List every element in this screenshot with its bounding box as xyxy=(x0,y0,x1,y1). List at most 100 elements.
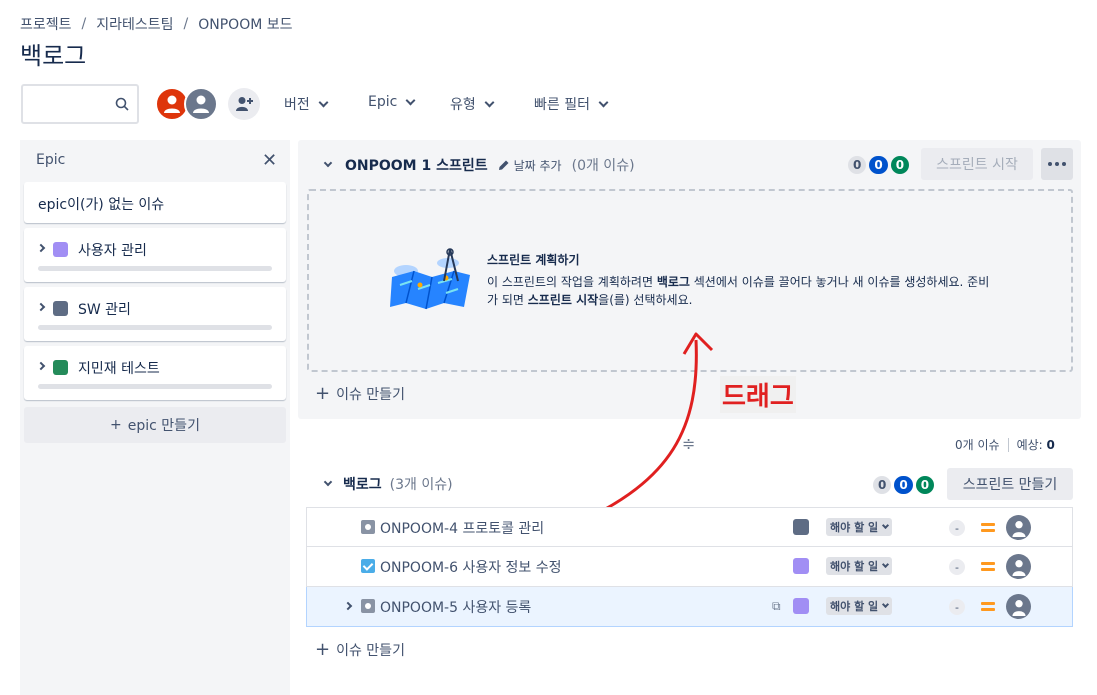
epic-item-test[interactable]: 지민재 테스트 xyxy=(24,346,286,400)
desc-text: 이 스프린트의 작업을 계획하려면 xyxy=(487,275,657,289)
sprint-create-issue-button[interactable]: + 이슈 만들기 xyxy=(315,383,405,404)
subtask-icon: ⧉ xyxy=(772,599,781,613)
issue-key-summary[interactable]: ONPOOM-4 프로토콜 관리 xyxy=(380,518,544,538)
search-input[interactable] xyxy=(21,84,139,124)
table-row[interactable]: ONPOOM-4 프로토콜 관리 해야 할 일 - xyxy=(306,507,1073,547)
user-icon xyxy=(164,95,180,113)
start-sprint-button[interactable]: 스프린트 시작 xyxy=(921,148,1033,180)
quick-filter-dropdown[interactable]: 빠른 필터 xyxy=(534,94,609,114)
filter-version-dropdown[interactable]: 버전 xyxy=(284,94,329,114)
backlog-header[interactable]: 백로그 (3개 이슈) xyxy=(323,474,453,494)
priority-medium-icon xyxy=(981,561,995,571)
more-actions-button[interactable] xyxy=(1041,148,1073,180)
status-label: 해야 할 일 xyxy=(830,600,879,613)
subtask-type-icon xyxy=(361,599,375,613)
add-date-label: 날짜 추가 xyxy=(513,158,562,173)
filter-type-dropdown[interactable]: 유형 xyxy=(450,94,495,114)
estimate-label: 예상: xyxy=(1016,438,1043,452)
backlog-create-issue-button[interactable]: + 이슈 만들기 xyxy=(315,639,405,660)
page-title: 백로그 xyxy=(20,42,87,70)
user-icon xyxy=(1011,520,1026,537)
plus-icon: + xyxy=(315,639,331,660)
user-icon xyxy=(193,95,209,113)
user-icon xyxy=(1011,559,1026,576)
pencil-icon xyxy=(498,160,509,170)
sprint-status-badges: 0 0 0 xyxy=(848,156,910,174)
epic-item-sw-management[interactable]: SW 관리 xyxy=(24,287,286,341)
chevron-down-icon xyxy=(882,521,890,530)
filter-label: 유형 xyxy=(450,97,476,113)
done-count-badge: 0 xyxy=(890,156,910,174)
epic-color-swatch xyxy=(793,519,809,535)
sprint-issue-count: (0개 이슈) xyxy=(571,158,635,174)
table-row[interactable]: ONPOOM-5 사용자 등록 ⧉ 해야 할 일 - xyxy=(306,587,1073,627)
chevron-down-icon xyxy=(318,97,329,107)
assignee-avatar[interactable] xyxy=(1006,554,1031,579)
estimate-value: 0 xyxy=(1046,438,1055,452)
chevron-right-icon[interactable] xyxy=(36,302,46,312)
breadcrumb: 프로젝트 / 지라테스트팀 / ONPOOM 보드 xyxy=(20,14,293,34)
backlog-status-badges: 0 0 0 xyxy=(873,476,935,494)
close-icon[interactable]: ✕ xyxy=(262,150,277,171)
breadcrumb-team[interactable]: 지라테스트팀 xyxy=(96,14,173,34)
filter-label: 버전 xyxy=(284,97,310,113)
more-dot-icon xyxy=(1062,162,1066,166)
add-date-link[interactable]: 날짜 추가 xyxy=(498,157,562,174)
sprint-header[interactable]: ONPOOM 1 스프린트 날짜 추가 (0개 이슈) xyxy=(323,155,635,175)
desc-bold-start-sprint: 스프린트 시작 xyxy=(527,293,599,307)
sprint-empty-title: 스프린트 계획하기 xyxy=(487,253,580,267)
sprint-empty-description: 이 스프린트의 작업을 계획하려면 백로그 섹션에서 이슈를 끌어다 놓거나 새… xyxy=(487,273,997,309)
status-dropdown[interactable]: 해야 할 일 xyxy=(826,597,893,615)
create-epic-button[interactable]: + epic 만들기 xyxy=(24,407,286,443)
assignee-avatar[interactable] xyxy=(1006,515,1031,540)
desc-bold-backlog: 백로그 xyxy=(656,275,690,289)
subtask-type-icon xyxy=(361,520,375,534)
divider xyxy=(1007,437,1009,452)
filter-label: Epic xyxy=(368,94,398,110)
create-issue-label: 이슈 만들기 xyxy=(336,386,405,403)
drag-annotation-arrow xyxy=(579,332,714,524)
backlog-issue-count: (3개 이슈) xyxy=(389,477,453,493)
breadcrumb-projects[interactable]: 프로젝트 xyxy=(20,14,72,34)
status-dropdown[interactable]: 해야 할 일 xyxy=(826,557,893,575)
epic-color-swatch xyxy=(53,360,68,375)
table-row[interactable]: ONPOOM-6 사용자 정보 수정 해야 할 일 - xyxy=(306,547,1073,587)
create-sprint-button[interactable]: 스프린트 만들기 xyxy=(947,468,1073,500)
avatar[interactable] xyxy=(184,87,218,121)
epic-item-label: 사용자 관리 xyxy=(78,243,147,259)
breadcrumb-board[interactable]: ONPOOM 보드 xyxy=(198,14,292,34)
more-dot-icon xyxy=(1055,162,1059,166)
epic-panel-title: Epic xyxy=(36,152,66,168)
backlog-name: 백로그 xyxy=(343,477,382,493)
chevron-down-icon[interactable] xyxy=(323,158,333,168)
status-label: 해야 할 일 xyxy=(830,560,879,573)
plus-icon: + xyxy=(315,383,331,404)
in-progress-count-badge: 0 xyxy=(894,476,913,494)
priority-medium-icon xyxy=(981,601,995,611)
status-dropdown[interactable]: 해야 할 일 xyxy=(826,518,893,536)
chevron-down-icon xyxy=(598,97,609,107)
estimate-badge: - xyxy=(949,559,965,575)
chevron-down-icon xyxy=(484,97,495,107)
epic-item-label: 지민재 테스트 xyxy=(78,361,160,377)
resize-handle-icon[interactable]: ≑ xyxy=(682,434,695,453)
chevron-right-icon[interactable] xyxy=(36,361,46,371)
filter-epic-dropdown[interactable]: Epic xyxy=(368,94,416,110)
issue-key-summary[interactable]: ONPOOM-6 사용자 정보 수정 xyxy=(380,557,562,577)
add-user-button[interactable] xyxy=(228,88,260,120)
issue-key-summary[interactable]: ONPOOM-5 사용자 등록 xyxy=(380,597,531,617)
chevron-right-icon[interactable] xyxy=(343,601,353,611)
sprint-name: ONPOOM 1 스프린트 xyxy=(345,158,488,174)
chevron-right-icon[interactable] xyxy=(36,243,46,253)
epic-item-user-management[interactable]: 사용자 관리 xyxy=(24,228,286,282)
todo-count-badge: 0 xyxy=(873,476,892,494)
chevron-down-icon xyxy=(882,560,890,569)
search-icon xyxy=(115,97,129,111)
status-label: 해야 할 일 xyxy=(830,521,879,534)
backlog-issue-list: ONPOOM-4 프로토콜 관리 해야 할 일 - ONPOOM-6 사용자 정… xyxy=(306,507,1073,627)
chevron-down-icon[interactable] xyxy=(323,477,333,487)
epic-progress-bar xyxy=(38,266,272,271)
sprint-planning-illustration xyxy=(390,248,470,310)
epic-item-no-epic[interactable]: epic이(가) 없는 이슈 xyxy=(24,182,286,223)
assignee-avatar[interactable] xyxy=(1006,594,1031,619)
